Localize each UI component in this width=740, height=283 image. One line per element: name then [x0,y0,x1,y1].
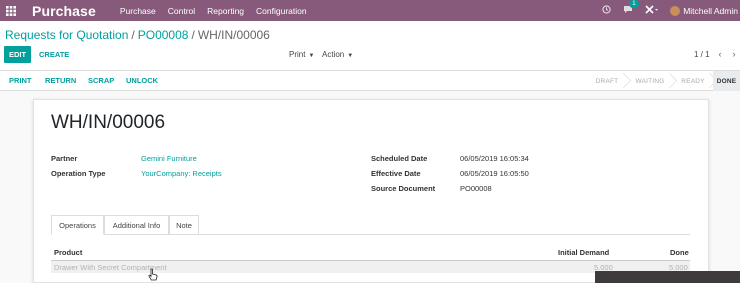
print-button[interactable]: PRINT [9,76,32,85]
source-document-label: Source Document [371,184,436,193]
tab-note-label: Note [176,220,192,230]
action-dropdown[interactable]: Action ▼ [322,50,353,59]
effective-date-value: 06/05/2019 16:05:50 [460,169,529,178]
tab-operations-label: Operations [59,220,96,230]
partner-label: Partner [51,154,78,163]
caret-down-icon: ▼ [347,53,354,59]
stage-ready-label: READY [681,77,705,85]
stage-draft-label: DRAFT [595,77,619,85]
breadcrumb-rfq[interactable]: Requests for Quotation [5,28,128,42]
breadcrumb-separator: / [131,28,135,42]
breadcrumb-separator: / [191,28,195,42]
operation-type-label: Operation Type [51,169,106,178]
top-navbar: Purchase Purchase Control Reporting Conf… [0,0,740,21]
mouse-pointer-icon [148,268,158,283]
print-dropdown[interactable]: Print ▼ [289,50,314,59]
action-label: Action [322,50,345,59]
pager-value[interactable]: 1 / 1 [694,50,710,59]
return-button[interactable]: RETURN [45,76,76,85]
caret-down-icon: ▼ [308,53,315,59]
breadcrumb-po[interactable]: PO00008 [138,28,189,42]
partner-field[interactable]: Gemini Furniture [141,154,197,163]
column-initial-demand[interactable]: Initial Demand [558,248,609,257]
messages-icon[interactable]: 1 [623,0,639,16]
stage-done[interactable]: DONE [713,71,740,91]
unlock-button[interactable]: UNLOCK [126,76,158,85]
user-avatar[interactable] [670,5,681,16]
stage-pipeline: DRAFT WAITING READY DONE [587,71,740,91]
stage-draft[interactable]: DRAFT [587,71,627,91]
stage-done-label: DONE [716,77,737,85]
create-button[interactable]: CREATE [39,46,69,63]
stage-waiting-label: WAITING [635,77,665,85]
user-name[interactable]: Mitchell Admin [683,6,738,16]
stage-ready[interactable]: READY [673,71,713,91]
status-bar: PRINT RETURN SCRAP UNLOCK DRAFT WAITING … [0,70,740,91]
menu-purchase[interactable]: Purchase [120,6,156,16]
operation-type-field[interactable]: YourCompany: Receipts [141,169,222,178]
tab-additional-info[interactable]: Additional Info [104,215,169,235]
app-brand[interactable]: Purchase [32,3,96,19]
debug-tools-icon[interactable] [645,5,659,16]
column-done[interactable]: Done [670,248,689,257]
column-product[interactable]: Product [54,248,82,257]
menu-configuration[interactable]: Configuration [256,6,307,16]
scheduled-date-label: Scheduled Date [371,154,428,163]
breadcrumb: Requests for Quotation / PO00008/WH/IN/000… [5,28,270,42]
scheduled-date-value: 06/05/2019 16:05:34 [460,154,529,163]
tab-note[interactable]: Note [169,215,199,235]
edit-button[interactable]: EDIT [4,46,31,63]
print-label: Print [289,50,306,59]
menu-control[interactable]: Control [168,6,195,16]
scrap-button[interactable]: SCRAP [88,76,114,85]
apps-menu-icon[interactable] [0,0,22,21]
activity-clock-icon[interactable] [602,5,611,16]
tab-additional-info-label: Additional Info [112,220,161,230]
breadcrumb-current: WH/IN/00006 [197,28,270,42]
effective-date-label: Effective Date [371,169,421,178]
source-document-value: PO00008 [460,184,492,193]
menu-reporting[interactable]: Reporting [207,6,244,16]
chevron-left-icon: ‹ [718,49,722,59]
pager-previous-button[interactable]: ‹ [713,46,727,62]
tab-operations[interactable]: Operations [51,215,104,235]
stage-waiting[interactable]: WAITING [627,71,673,91]
overlay-panel [595,271,740,283]
messages-badge: 1 [629,0,639,8]
pager-next-button[interactable]: › [727,46,740,62]
chevron-right-icon: › [732,49,736,59]
record-title: WH/IN/00006 [51,112,166,133]
